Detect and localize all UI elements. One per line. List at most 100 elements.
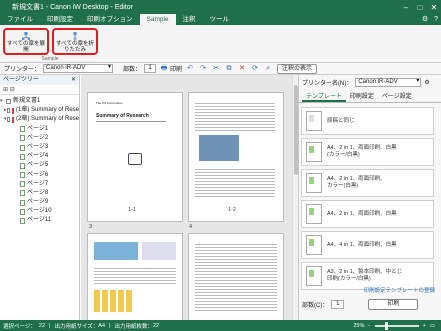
tab-print-settings[interactable]: 印刷設定 [346,92,378,102]
print-icon[interactable]: 🖶 [159,64,169,73]
template-item[interactable]: A4、4 in 1、両面印刷、白黒 [301,231,434,259]
minimize-icon[interactable]: – [399,3,413,12]
page-thumbnail[interactable] [87,233,183,320]
undo-icon[interactable]: ↶ [185,64,195,73]
p3-table [94,290,134,312]
page-icon [20,162,25,169]
tree-page[interactable]: ページ8 [0,189,79,198]
menu-annotation[interactable]: 注釈 [176,14,203,25]
p1-title: Summary of Research [96,113,149,119]
p2-photo [199,135,239,161]
page-icon [20,199,25,206]
zoom-out-icon[interactable]: − [367,323,370,329]
collapse-all-label: すべての章を折りたたみ [56,41,94,53]
tree-page[interactable]: ページ4 [0,152,79,161]
zoom-icon[interactable]: ⌕ [263,64,273,73]
tab-template[interactable]: テンプレート [302,92,346,102]
settings-icon[interactable]: ⚙ [419,14,431,25]
tree-chapter-2[interactable]: ▾ (2章) Summary of Rese [0,115,79,124]
right-copies-input[interactable]: 1 [331,300,345,309]
page-icon [20,181,25,188]
template-item[interactable]: 原稿と同じ [301,107,434,135]
expand-icon [22,32,30,40]
page-icon [20,208,25,215]
status-page-count-label: 出力用紙枚数： [114,323,153,330]
p3-map [94,242,138,260]
tab-page-settings[interactable]: ページ設定 [378,92,416,102]
menu-print-options[interactable]: 印刷オプション [80,14,140,25]
print-button[interactable]: 印刷 [368,299,419,310]
show-annotations-button[interactable]: 注釈の表示 [277,63,318,74]
tree-page[interactable]: ページ6 [0,171,79,180]
menu-sample[interactable]: Sample [139,14,176,25]
tree-page[interactable]: ページ9 [0,198,79,207]
print-button-label: 印刷 [387,301,400,307]
status-bar: 選択ページ： 22 | 出力用紙サイズ： A4 | 出力用紙枚数： 22 25%… [0,320,441,331]
window-title: 新規文書1 - Canon iW Desktop - Editor [12,4,133,11]
printer-label: プリンター： [4,67,41,73]
page-number-label: 1-1 [128,207,136,213]
template-item[interactable]: A4、2 in 1、両面印刷、白黒 (カラー/白黒) [301,138,434,166]
zoom-slider[interactable] [374,321,419,330]
expand-all-chapters-button[interactable]: すべての章を展開 [3,28,49,55]
tree-page[interactable]: ページ3 [0,143,79,152]
page-thumbnail[interactable]: The XX Corporation Summary of Research [87,92,183,222]
collapse-icon [73,32,77,40]
page-icon [20,172,25,179]
copies-input[interactable]: 1 [144,64,157,73]
fit-page-icon[interactable]: ▭ [430,323,435,329]
tree-remove-icon[interactable]: ⊟ [10,86,15,93]
zoom-in-icon[interactable]: + [423,323,426,329]
printer-name-label: プリンター名(N)： [302,80,353,87]
register-template-link[interactable]: 印刷設定テンプレートの登録 [364,286,435,294]
delete-icon[interactable]: ✕ [237,64,247,73]
menu-tools[interactable]: ツール [203,14,237,25]
tree-page[interactable]: ページ7 [0,180,79,189]
maximize-icon[interactable]: □ [413,3,427,12]
page-tree-tools: ⊞ ⊟ [0,85,79,95]
tree-page[interactable]: ページ5 [0,161,79,170]
printer-name-select[interactable]: Canon iR-ADV [355,77,422,87]
printer-select[interactable]: Canon iR-ADV [43,64,114,73]
tree-chapter-1[interactable]: ▸ (1章) Summary of Rese [0,106,79,115]
print-label[interactable]: 印刷 [169,64,182,73]
page-tree-pane: ページツリー ✕ ⊞ ⊟ ▾ 新規文書1 ▸ (1章) Summary of Res… [0,75,80,320]
template-thumb-icon [306,173,322,193]
tree-root[interactable]: ▾ 新規文書1 [0,97,79,106]
title-bar: 新規文書1 - Canon iW Desktop - Editor – □ ✕ [0,0,441,14]
page-icon [20,126,25,133]
menu-file[interactable]: ファイル [0,14,40,25]
right-copies-label: 部数(C)： [302,303,329,309]
template-thumb-icon [306,266,322,286]
redo-icon[interactable]: ↷ [198,64,208,73]
template-item[interactable]: A4、2 in 1、両面印刷、 カラー(白黒) [301,169,434,197]
template-thumb-icon [306,204,322,224]
status-selected-value: 22 [38,322,46,329]
ribbon: すべての章を展開 すべての章を折りたたみ Sample [0,25,441,63]
collapse-all-chapters-button[interactable]: すべての章を折りたたみ [52,28,98,55]
zoom-control: 25% − + ▭ [353,321,441,330]
printer-properties-icon[interactable]: ⚙ [424,79,429,86]
page-number-label: 1-2 [228,207,236,213]
pane-close-icon[interactable]: ✕ [71,75,76,85]
page-thumbnail[interactable] [188,92,284,222]
copy-icon[interactable]: ⧉ [224,64,234,73]
close-icon[interactable]: ✕ [427,3,441,12]
tree-page[interactable]: ページ11 [0,216,79,225]
tree-page[interactable]: ページ1 [0,125,79,134]
menu-bar: ファイル 印刷設定 印刷オプション Sample 注釈 ツール ⚙ ? [0,14,441,25]
page-thumbnail[interactable] [188,233,284,320]
rotate-icon[interactable]: ⟳ [250,64,260,73]
p1-logo [128,153,142,165]
page-icon [20,135,25,142]
tree-page[interactable]: ページ2 [0,134,79,143]
tree-add-icon[interactable]: ⊞ [3,86,8,93]
template-item[interactable]: A4、2 in 1、両面印刷、白黒 [301,200,434,228]
status-output-size-label: 出力用紙サイズ： [54,323,99,330]
page-number-label: 3 [89,224,93,230]
copies-label: 部数： [123,67,142,73]
cut-icon[interactable]: ✂ [211,64,221,73]
tree-page[interactable]: ページ10 [0,207,79,216]
help-icon[interactable]: ? [431,14,441,25]
menu-print-settings[interactable]: 印刷設定 [40,14,80,25]
